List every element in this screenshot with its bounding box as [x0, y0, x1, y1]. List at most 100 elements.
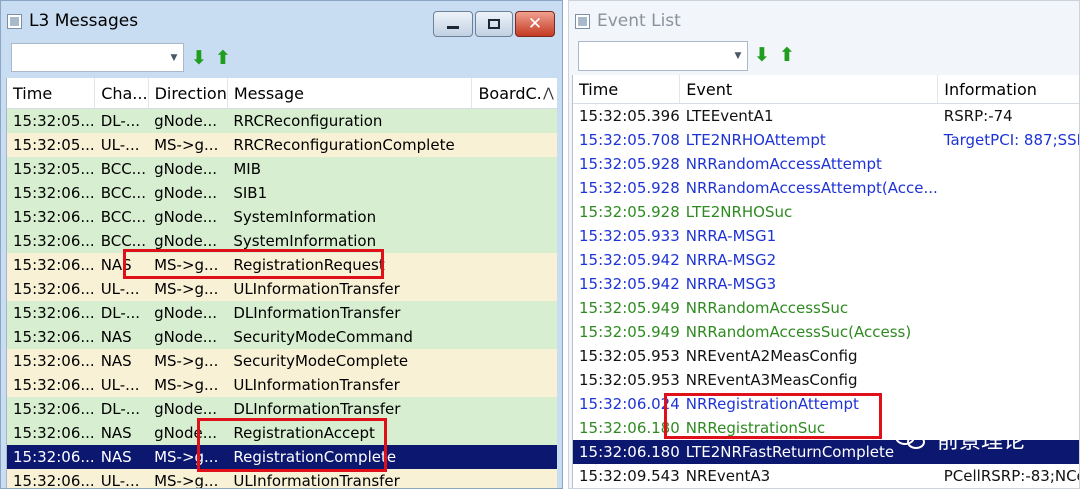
cell-information [938, 392, 1079, 416]
green-arrow-down-icon[interactable]: ⬇ [189, 47, 209, 69]
cell-message: RRCReconfiguration [227, 108, 472, 133]
event-row[interactable]: 15:32:09.543 NREventA3 PCellRSRP:-83;NCell… [573, 464, 1079, 488]
cell-time: 15:32:06.024 [579, 395, 680, 413]
event-row[interactable]: 15:32:05.949 NRRandomAccessSuc [573, 296, 1079, 320]
cell-time: 15:32:05.708 [579, 131, 680, 149]
cell-channel: NAS [94, 445, 149, 469]
cell-message: RegistrationRequest [227, 253, 472, 277]
l3-message-row[interactable]: 15:32:06... UL-... MS->g... ULInformationTr… [7, 373, 557, 397]
cell-boardc [471, 253, 557, 277]
l3-table-body: 15:32:05... DL-... gNode... RRCReconfigurat… [7, 108, 557, 488]
cell-time: 15:32:06.180 [579, 419, 680, 437]
cell-event: LTEEventA1 [685, 107, 774, 125]
event-row[interactable]: 15:32:05.953 NREventA3MeasConfig [573, 368, 1079, 392]
l3-message-row[interactable]: 15:32:05... DL-... gNode... RRCReconfigurat… [7, 108, 557, 133]
cell-message: ULInformationTransfer [227, 277, 472, 301]
event-row[interactable]: 15:32:05.928 NRRandomAccessAttempt [573, 152, 1079, 176]
cell-time: 15:32:09.543 [579, 467, 680, 485]
event-row[interactable]: 15:32:05.928 NRRandomAccessAttempt(Acce..… [573, 176, 1079, 200]
event-toolbar: ▼ ⬇ ⬆ [569, 39, 1079, 77]
cell-information: RSRP:-74 [943, 107, 1013, 125]
cell-boardc [471, 205, 557, 229]
cell-direction: gNode... [148, 181, 228, 205]
cell-boardc [471, 108, 557, 133]
column-header-message[interactable]: Message [227, 78, 473, 109]
chevron-down-icon[interactable]: ▼ [729, 42, 747, 70]
l3-message-row[interactable]: 15:32:06... BCC... gNode... SystemInformati… [7, 205, 557, 229]
l3-message-row[interactable]: 15:32:05... BCC... gNode... MIB [7, 157, 557, 181]
l3-message-row[interactable]: 15:32:06... BCC... gNode... SIB1 [7, 181, 557, 205]
cell-direction: MS->g... [148, 253, 228, 277]
cell-direction: MS->g... [148, 445, 228, 469]
cell-time: 15:32:05.928 [579, 179, 680, 197]
l3-filter-combo[interactable]: ▼ [11, 43, 184, 72]
event-row[interactable]: 15:32:05.708 LTE2NRHOAttempt TargetPCI: 88… [573, 128, 1079, 152]
cell-message: SystemInformation [227, 205, 472, 229]
cell-time: 15:32:05... [7, 108, 95, 133]
event-row[interactable]: 15:32:05.396 LTEEventA1 RSRP:-74 [573, 104, 1079, 129]
l3-message-row[interactable]: 15:32:06... DL-... gNode... DLInformationTr… [7, 397, 557, 421]
cell-channel: BCC... [94, 157, 149, 181]
column-header-time[interactable]: Time [573, 75, 681, 104]
l3-message-row[interactable]: 15:32:06... DL-... gNode... DLInformationTr… [7, 301, 557, 325]
green-arrow-down-icon[interactable]: ⬇ [752, 44, 772, 66]
l3-header-row: Time Cha... Direction Message BoardC... [7, 78, 557, 109]
cell-channel: DL-... [94, 301, 149, 325]
column-header-time[interactable]: Time [7, 78, 96, 109]
close-button[interactable]: ✕ [515, 11, 555, 37]
cell-boardc [471, 325, 557, 349]
l3-message-row[interactable]: 15:32:06... BCC... gNode... SystemInformati… [7, 229, 557, 253]
cell-message: ULInformationTransfer [227, 373, 472, 397]
maximize-button[interactable] [475, 11, 513, 37]
green-arrow-up-icon[interactable]: ⬆ [213, 47, 233, 69]
cell-time: 15:32:06... [7, 349, 95, 373]
l3-message-row[interactable]: 15:32:06... NAS gNode... RegistrationAccept [7, 421, 557, 445]
l3-message-row[interactable]: 15:32:06... NAS MS->g... RegistrationReques… [7, 253, 557, 277]
event-title-bar[interactable]: Event List [569, 1, 1079, 41]
minimize-button[interactable] [433, 11, 473, 37]
cell-time: 15:32:05.953 [579, 347, 680, 365]
cell-time: 15:32:06... [7, 205, 95, 229]
cell-information [938, 200, 1079, 224]
chevron-down-icon[interactable]: ▼ [165, 44, 183, 71]
cell-direction: MS->g... [148, 373, 228, 397]
cell-direction: MS->g... [148, 277, 228, 301]
cell-channel: UL-... [94, 373, 149, 397]
cell-event: NRRandomAccessSuc [685, 299, 849, 317]
cell-event: NRRA-MSG1 [685, 227, 777, 245]
event-row[interactable]: 15:32:05.933 NRRA-MSG1 [573, 224, 1079, 248]
event-filter-combo[interactable]: ▼ [578, 41, 748, 71]
window-icon [575, 14, 590, 29]
green-arrow-up-icon[interactable]: ⬆ [777, 44, 797, 66]
cell-message: RegistrationComplete [227, 445, 472, 469]
cell-message: SIB1 [227, 181, 472, 205]
event-row[interactable]: 15:32:05.949 NRRandomAccessSuc(Access) [573, 320, 1079, 344]
l3-title-bar[interactable]: L3 Messages ✕ [1, 1, 562, 41]
cell-boardc [471, 181, 557, 205]
event-row[interactable]: 15:32:05.928 LTE2NRHOSuc [573, 200, 1079, 224]
column-header-event[interactable]: Event [679, 75, 939, 104]
l3-message-row[interactable]: 15:32:05... UL-... MS->g... RRCReconfigurat… [7, 133, 557, 157]
l3-message-row[interactable]: 15:32:06... UL-... MS->g... ULInformationTr… [7, 277, 557, 301]
column-header-channel[interactable]: Cha... [94, 78, 149, 109]
l3-message-row[interactable]: 15:32:06... NAS MS->g... SecurityModeComple… [7, 349, 557, 373]
cell-boardc [471, 133, 557, 157]
l3-message-row[interactable]: 15:32:06... NAS MS->g... RegistrationComple… [7, 445, 557, 469]
cell-time: 15:32:05.928 [579, 155, 680, 173]
event-row[interactable]: 15:32:05.942 NRRA-MSG3 [573, 272, 1079, 296]
l3-message-row[interactable]: 15:32:06... NAS gNode... SecurityModeComman… [7, 325, 557, 349]
scroll-up-icon[interactable]: ⋀ [540, 78, 557, 108]
event-row[interactable]: 15:32:05.953 NREventA2MeasConfig [573, 344, 1079, 368]
cell-time: 15:32:06... [7, 469, 95, 488]
event-row[interactable]: 15:32:05.942 NRRA-MSG2 [573, 248, 1079, 272]
column-header-information[interactable]: Information [937, 75, 1079, 104]
column-header-direction[interactable]: Direction [148, 78, 228, 109]
cell-time: 15:32:06... [7, 181, 95, 205]
l3-message-row[interactable]: 15:32:06... UL-... MS->g... ULInformationTr… [7, 469, 557, 488]
cell-time: 15:32:06... [7, 421, 95, 445]
cell-channel: BCC... [94, 181, 149, 205]
event-row[interactable]: 15:32:06.024 NRRegistrationAttempt [573, 392, 1079, 416]
cell-information [938, 272, 1079, 296]
cell-direction: MS->g... [148, 469, 228, 488]
cell-boardc [471, 373, 557, 397]
